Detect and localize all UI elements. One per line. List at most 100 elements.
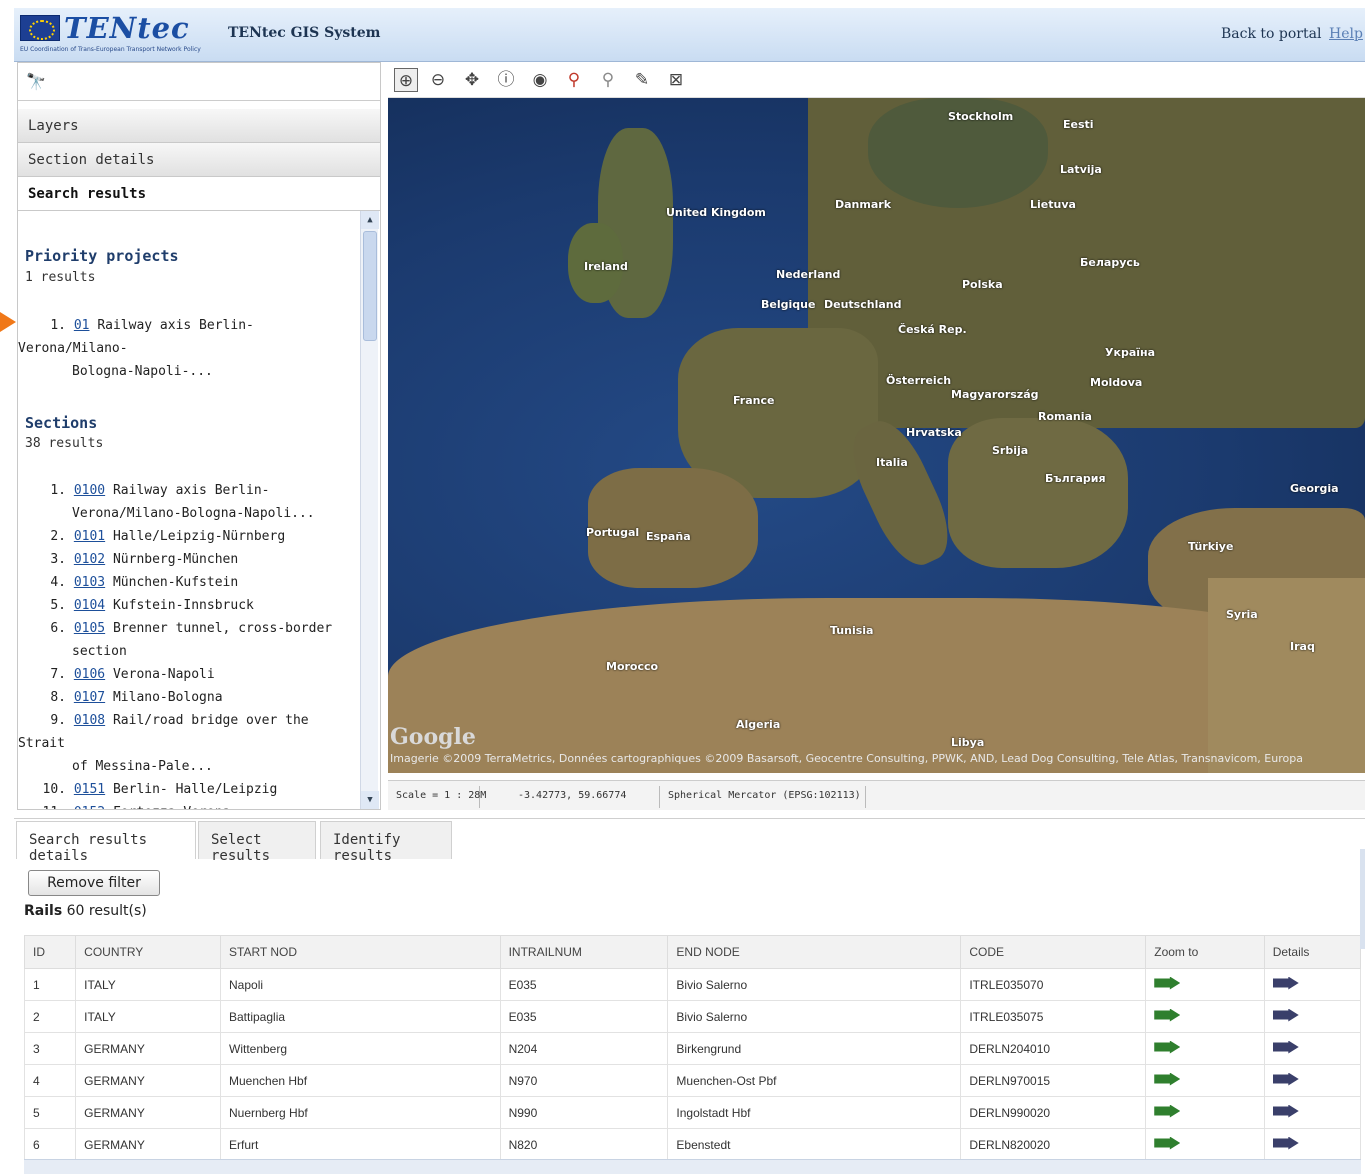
app-header: TENtec EU Coordination of Trans-European… (14, 8, 1365, 62)
scroll-down-arrow-icon[interactable]: ▼ (361, 791, 379, 809)
column-header[interactable]: CODE (960, 935, 1147, 969)
tab-select-results[interactable]: Select results (198, 821, 316, 864)
priority-projects-count: 1 results (25, 270, 96, 285)
column-header[interactable]: Zoom to (1145, 935, 1265, 969)
section-link[interactable]: 0151 (74, 782, 105, 797)
scrollbar-thumb[interactable] (363, 231, 377, 341)
zoom-box-icon[interactable]: ⊕ (394, 68, 418, 92)
list-item: 9. 0108 Rail/road bridge over the Strait… (18, 713, 309, 774)
section-link[interactable]: 0102 (74, 552, 105, 567)
rails-table: ID COUNTRY START NOD INTRAILNUM END NODE CODE… (23, 935, 1362, 1161)
accordion-search-results[interactable]: Search results (18, 177, 380, 211)
priority-project-link[interactable]: 01 (74, 318, 90, 333)
info-icon[interactable]: ⓘ (494, 68, 518, 92)
logo-subtitle: EU Coordination of Trans-European Transp… (20, 46, 201, 53)
details-icon[interactable] (1272, 1104, 1299, 1118)
land-balkans (948, 418, 1128, 568)
accordion-layers[interactable]: Layers (18, 109, 380, 143)
eu-flag-icon (20, 15, 60, 41)
help-link[interactable]: Help (1329, 26, 1363, 42)
pan-icon[interactable]: ✥ (460, 68, 484, 92)
table-cell: Ebenstedt (667, 1128, 962, 1161)
map-label: Belgique (761, 298, 816, 311)
map-label: Tunisia (830, 624, 874, 637)
zoom-to-icon[interactable] (1154, 976, 1181, 990)
next-view-icon[interactable]: ⚲ (596, 68, 620, 92)
measure-icon[interactable]: ✎ (630, 68, 654, 92)
table-cell: Battipaglia (220, 1000, 501, 1033)
map-view[interactable]: Stockholm Eesti Latvija Lietuva Danmark Unite… (388, 98, 1365, 773)
map-label: Syria (1226, 608, 1258, 621)
section-link[interactable]: 0103 (74, 575, 105, 590)
column-header[interactable]: ID (23, 935, 77, 969)
map-label: United Kingdom (666, 206, 766, 219)
table-cell: E035 (499, 968, 669, 1001)
table-cell: DERLN970015 (960, 1064, 1147, 1097)
section-link[interactable]: 0105 (74, 621, 105, 636)
tab-search-results-details[interactable]: Search results details (16, 821, 196, 864)
tentec-logo: TENtec EU Coordination of Trans-European… (18, 11, 201, 57)
accordion-section-details[interactable]: Section details (18, 143, 380, 177)
section-link[interactable]: 0152 (74, 805, 105, 809)
map-label: Österreich (886, 374, 952, 387)
map-label: France (733, 394, 775, 407)
section-link[interactable]: 0107 (74, 690, 105, 705)
table-cell: Nuernberg Hbf (220, 1096, 501, 1129)
zoom-to-icon[interactable] (1154, 1104, 1181, 1118)
table-row: 1 ITALY Napoli E035 Bivio Salerno ITRLE035070 (23, 968, 1362, 1001)
details-icon[interactable] (1272, 1136, 1299, 1150)
column-header[interactable]: END NODE (667, 935, 962, 969)
table-cell: Napoli (220, 968, 501, 1001)
remove-filter-button[interactable]: Remove filter (28, 870, 160, 896)
zoom-to-icon[interactable] (1154, 1072, 1181, 1086)
map-label: Deutschland (824, 298, 902, 311)
section-link[interactable]: 0106 (74, 667, 105, 682)
details-icon[interactable] (1272, 976, 1299, 990)
back-to-portal-link[interactable]: Back to portal (1221, 26, 1321, 42)
column-header[interactable]: COUNTRY (75, 935, 221, 969)
zoom-extent-icon[interactable]: ◉ (528, 68, 552, 92)
rails-count: 60 result(s) (66, 903, 147, 919)
table-cell: GERMANY (75, 1032, 221, 1065)
zoom-to-icon[interactable] (1154, 1008, 1181, 1022)
section-link[interactable]: 0100 (74, 483, 105, 498)
table-vertical-scrollbar[interactable] (1360, 849, 1365, 949)
map-label: Eesti (1063, 118, 1094, 131)
list-item: 5. 0104 Kufstein-Innsbruck (50, 598, 254, 613)
tab-identify-results[interactable]: Identify results (320, 821, 452, 864)
scroll-up-arrow-icon[interactable]: ▲ (361, 211, 379, 229)
table-cell: Birkengrund (667, 1032, 962, 1065)
results-scrollbar[interactable]: ▲ ▼ (360, 211, 379, 809)
table-horizontal-scrollbar[interactable] (24, 1159, 1361, 1174)
zoom-to-icon[interactable] (1154, 1136, 1181, 1150)
list-item: 3. 0102 Nürnberg-München (50, 552, 239, 567)
binoculars-icon[interactable]: 🔭 (26, 72, 46, 91)
clear-icon[interactable]: ⊠ (664, 68, 688, 92)
scale-readout: Scale = 1 : 28M (388, 786, 486, 808)
map-label: Україна (1105, 346, 1156, 359)
column-header[interactable]: START NOD (220, 935, 501, 969)
map-label: Hrvatska (906, 426, 962, 439)
previous-view-icon[interactable]: ⚲ (562, 68, 586, 92)
table-cell: 5 (23, 1096, 77, 1129)
column-header[interactable]: INTRAILNUM (499, 935, 669, 969)
list-item: 8. 0107 Milano-Bologna (50, 690, 223, 705)
section-link[interactable]: 0101 (74, 529, 105, 544)
zoom-out-icon[interactable]: ⊖ (426, 68, 450, 92)
map-label: Italia (876, 456, 908, 469)
map-label: Ireland (584, 260, 628, 273)
details-icon[interactable] (1272, 1072, 1299, 1086)
sections-heading: Sections (25, 414, 98, 432)
section-link[interactable]: 0104 (74, 598, 105, 613)
list-item: 1. 01 Railway axis Berlin-Verona/Milano-… (18, 318, 254, 379)
section-link[interactable]: 0108 (74, 713, 105, 728)
sections-list: 1. 0100 Railway axis Berlin- Verona/Milan… (18, 479, 358, 809)
priority-projects-heading: Priority projects (25, 247, 179, 265)
google-logo: Google (390, 724, 476, 750)
column-header[interactable]: Details (1263, 935, 1362, 969)
details-icon[interactable] (1272, 1008, 1299, 1022)
map-label: Algeria (736, 718, 781, 731)
details-icon[interactable] (1272, 1040, 1299, 1054)
map-label: Iraq (1290, 640, 1315, 653)
zoom-to-icon[interactable] (1154, 1040, 1181, 1054)
